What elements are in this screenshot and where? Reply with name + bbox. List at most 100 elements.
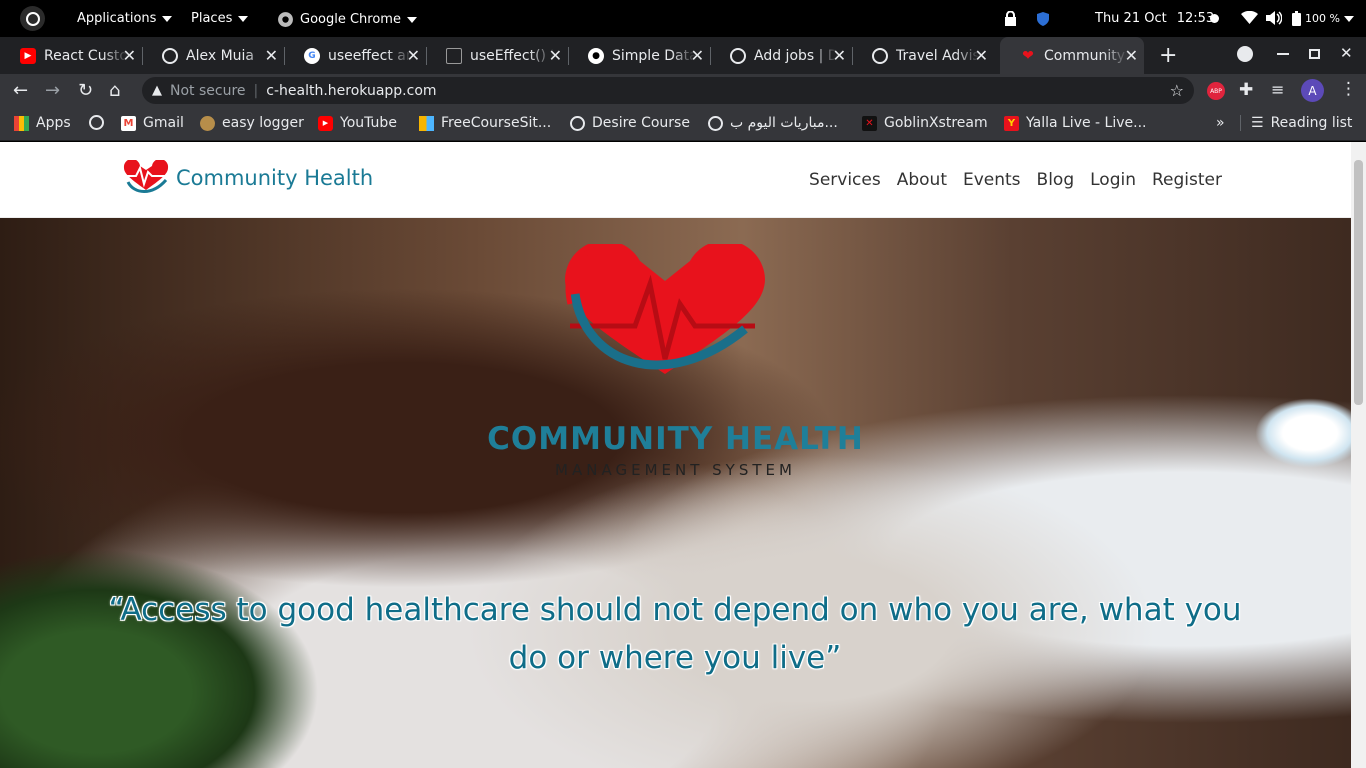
- tab-search-icon[interactable]: [1237, 46, 1253, 62]
- more-bookmarks-icon[interactable]: »: [1216, 115, 1225, 131]
- nav-blog[interactable]: Blog: [1037, 170, 1075, 190]
- app-label: Google Chrome: [300, 12, 401, 27]
- close-icon[interactable]: ✕: [265, 46, 278, 65]
- forward-icon[interactable]: →: [45, 80, 60, 101]
- reading-list-icon: ☰: [1251, 115, 1264, 131]
- places-menu[interactable]: Places: [191, 11, 249, 26]
- brand-link[interactable]: Community Health: [122, 160, 373, 196]
- home-icon[interactable]: ⌂: [109, 80, 120, 101]
- avatar-letter: A: [1308, 83, 1317, 98]
- applications-label: Applications: [77, 11, 157, 26]
- bookmark-yalla[interactable]: Y Yalla Live - Live...: [1004, 115, 1147, 131]
- lock-icon: [1004, 11, 1017, 26]
- close-icon[interactable]: ✕: [833, 46, 846, 65]
- url-text[interactable]: c-health.herokuapp.com: [266, 83, 436, 99]
- site-header: Community Health Services About Events B…: [0, 142, 1351, 218]
- bookmark-label: Apps: [36, 115, 71, 131]
- freecourse-icon: [419, 115, 434, 131]
- bookmark-label: FreeCourseSit...: [441, 115, 552, 131]
- close-icon[interactable]: ✕: [1125, 46, 1138, 65]
- bookmark-gmail[interactable]: M Gmail: [121, 115, 184, 131]
- toolbar: ← → ↻ ⌂ ▲ Not secure | c-health.herokuap…: [0, 74, 1366, 107]
- bookmark-apps[interactable]: Apps: [14, 115, 71, 131]
- nav-login[interactable]: Login: [1090, 170, 1136, 190]
- activities-button[interactable]: [20, 6, 45, 31]
- close-icon[interactable]: ✕: [691, 46, 704, 65]
- tab-title: Travel Advis: [896, 47, 980, 64]
- hero-title: COMMUNITY HEALTH: [487, 421, 864, 457]
- close-icon[interactable]: ✕: [975, 46, 988, 65]
- tab[interactable]: Travel Advis ✕: [852, 37, 994, 74]
- tab-active[interactable]: ❤ Community H✕: [1000, 37, 1144, 74]
- bookmark-youtube[interactable]: ▶ YouTube: [318, 115, 397, 131]
- globe-icon: [570, 115, 585, 131]
- avatar[interactable]: A: [1301, 79, 1324, 102]
- close-icon[interactable]: ✕: [549, 46, 562, 65]
- tab-title: Add jobs | D: [754, 47, 838, 64]
- globe-icon: [730, 47, 746, 64]
- nav-about[interactable]: About: [897, 170, 947, 190]
- tab[interactable]: ● Simple Data ✕: [568, 37, 710, 74]
- reload-icon[interactable]: ↻: [78, 80, 93, 101]
- web-page: Community Health Services About Events B…: [0, 142, 1351, 768]
- app-menu[interactable]: Google Chrome: [277, 11, 417, 28]
- menu-kebab-icon[interactable]: ⋮: [1340, 79, 1357, 99]
- close-icon[interactable]: ✕: [123, 46, 136, 65]
- tab-title: useeffect and: [328, 47, 412, 64]
- bookmark-goblin[interactable]: ✕ GoblinXstream: [862, 115, 988, 131]
- adblock-icon[interactable]: ABP: [1207, 82, 1225, 100]
- tab[interactable]: ▶ React Custom✕: [0, 37, 142, 74]
- bookmark-star-icon[interactable]: ☆: [1170, 81, 1184, 100]
- volume-icon[interactable]: [1266, 11, 1282, 25]
- media-icon[interactable]: ≡: [1271, 80, 1284, 99]
- hero-quote: “Access to good healthcare should not de…: [108, 592, 1242, 676]
- bookmark-desire-course[interactable]: Desire Course: [570, 115, 690, 131]
- battery-indicator[interactable]: 100 %: [1292, 11, 1354, 26]
- main-nav: Services About Events Blog Login Registe…: [809, 170, 1222, 190]
- reading-list-button[interactable]: ☰ Reading list: [1240, 115, 1352, 131]
- page-scrollbar[interactable]: [1351, 142, 1366, 768]
- restore-icon[interactable]: [1309, 49, 1320, 59]
- close-icon[interactable]: ✕: [407, 46, 420, 65]
- tab[interactable]: Guseeffect and✕: [284, 37, 426, 74]
- globe-icon: [872, 47, 888, 64]
- bookmark-label: Yalla Live - Live...: [1026, 115, 1147, 131]
- address-bar[interactable]: ▲ Not secure | c-health.herokuapp.com ☆: [142, 77, 1194, 104]
- tab-title: useEffect() h: [470, 47, 554, 64]
- logger-icon: [200, 115, 215, 131]
- bookmark-matches[interactable]: مباريات اليوم ب...: [708, 115, 838, 131]
- bookmark-label: GoblinXstream: [884, 115, 988, 131]
- chevron-down-icon: [406, 16, 417, 23]
- heart-logo-icon: [123, 160, 169, 193]
- youtube-icon: ▶: [20, 47, 36, 64]
- wifi-icon[interactable]: [1241, 11, 1258, 25]
- chevron-down-icon: [162, 15, 173, 22]
- bookmark-label: Gmail: [143, 115, 184, 131]
- bookmark-globe[interactable]: [89, 115, 104, 130]
- goblin-icon: ✕: [862, 115, 877, 131]
- extensions-icon[interactable]: ✚: [1239, 80, 1253, 100]
- nav-register[interactable]: Register: [1152, 170, 1222, 190]
- chrome-icon: [278, 12, 293, 27]
- security-label[interactable]: Not secure: [170, 83, 246, 99]
- heart-logo-icon: [565, 244, 765, 374]
- bookmark-easy-logger[interactable]: easy logger: [200, 115, 304, 131]
- back-icon[interactable]: ←: [13, 80, 28, 101]
- tab[interactable]: useEffect() h ✕: [426, 37, 568, 74]
- close-window-icon[interactable]: ✕: [1340, 44, 1353, 62]
- nav-services[interactable]: Services: [809, 170, 881, 190]
- minimize-icon[interactable]: [1277, 53, 1289, 55]
- new-tab-icon[interactable]: +: [1159, 43, 1177, 68]
- tab[interactable]: Alex Muia ✕: [142, 37, 284, 74]
- clock[interactable]: Thu 21 Oct 12:53: [1095, 11, 1214, 26]
- scrollbar-thumb[interactable]: [1354, 160, 1363, 405]
- shield-icon[interactable]: [1036, 11, 1050, 26]
- codesandbox-icon: [446, 47, 462, 64]
- notification-dot-icon: [1210, 14, 1219, 23]
- globe-icon: [708, 115, 723, 131]
- tab[interactable]: Add jobs | D ✕: [710, 37, 852, 74]
- bookmark-label: Desire Course: [592, 115, 690, 131]
- nav-events[interactable]: Events: [963, 170, 1021, 190]
- applications-menu[interactable]: Applications: [77, 11, 173, 26]
- bookmark-freecourse[interactable]: FreeCourseSit...: [419, 115, 551, 131]
